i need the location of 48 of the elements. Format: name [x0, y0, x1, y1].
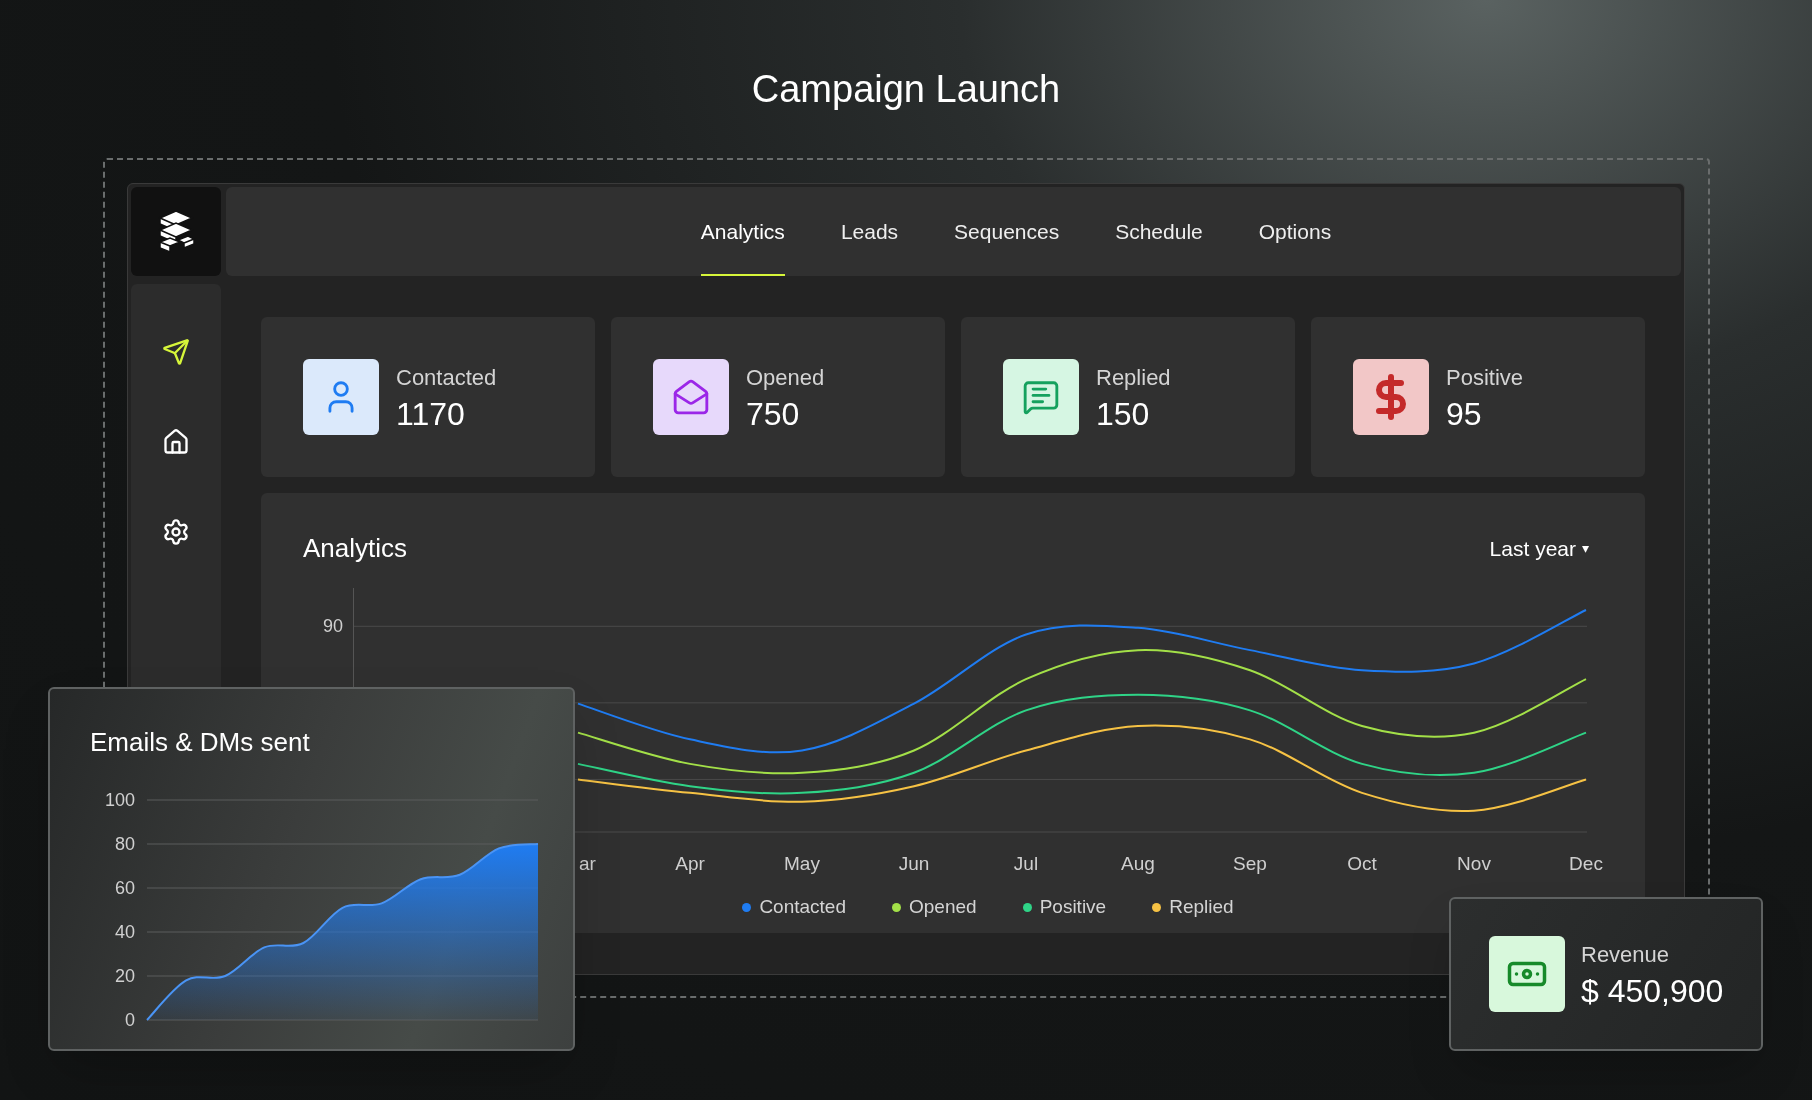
- stat-label: Replied: [1096, 363, 1171, 392]
- axis-label: 100: [104, 788, 135, 812]
- nav-tab[interactable]: Sequences: [954, 187, 1060, 276]
- month-label: Nov: [1457, 852, 1491, 876]
- stat-label: Contacted: [396, 363, 497, 392]
- revenue-value: $ 450,900: [1581, 971, 1724, 1011]
- stat-value: 1170: [396, 394, 466, 434]
- axis-label: 80: [114, 832, 135, 856]
- legend-label: Replied: [1169, 895, 1234, 919]
- chat-bubble-icon: [1003, 359, 1079, 435]
- month-label: Aug: [1121, 852, 1155, 876]
- month-label: Jun: [898, 852, 930, 876]
- axis-label: 60: [114, 876, 135, 900]
- panel-title: Analytics: [303, 532, 408, 565]
- nav-tab[interactable]: Options: [1258, 187, 1332, 276]
- month-label: May: [784, 852, 820, 876]
- settings-icon[interactable]: [162, 518, 190, 546]
- month-label: Oct: [1347, 852, 1377, 876]
- legend-label: Positive: [1039, 895, 1107, 919]
- axis-label: 20: [114, 964, 135, 988]
- axis-label: 90: [322, 614, 343, 638]
- page-title: Campaign Launch: [751, 70, 1061, 108]
- stat-label: Positive: [1446, 363, 1524, 392]
- open-envelope-icon: [653, 359, 729, 435]
- month-label: Dec: [1569, 852, 1603, 876]
- month-label: Sep: [1233, 852, 1267, 876]
- stat-value: 95: [1446, 394, 1483, 434]
- axis-label: 40: [114, 920, 135, 944]
- revenue-label: Revenue: [1581, 940, 1671, 969]
- stat-value: 750: [746, 394, 801, 434]
- month-label: Jul: [1013, 852, 1039, 876]
- axis-label: 0: [125, 1008, 135, 1032]
- banknote-icon: [1489, 936, 1565, 1012]
- stat-label: Opened: [746, 363, 825, 392]
- range-dropdown[interactable]: Last year ▾: [1489, 532, 1589, 565]
- month-label: Apr: [675, 852, 705, 876]
- month-label: ar: [579, 852, 596, 876]
- nav-tab[interactable]: Analytics: [700, 187, 785, 276]
- send-icon[interactable]: [162, 338, 190, 366]
- nav-tab[interactable]: Leads: [840, 187, 899, 276]
- legend-label: Opened: [909, 895, 977, 919]
- person-icon: [303, 359, 379, 435]
- stat-value: 150: [1096, 394, 1151, 434]
- legend-label: Contacted: [759, 895, 846, 919]
- card-title: Emails & DMs sent: [90, 726, 311, 759]
- nav-tab[interactable]: Schedule: [1115, 187, 1203, 276]
- home-icon[interactable]: [162, 428, 190, 456]
- dollar-icon: [1353, 359, 1429, 435]
